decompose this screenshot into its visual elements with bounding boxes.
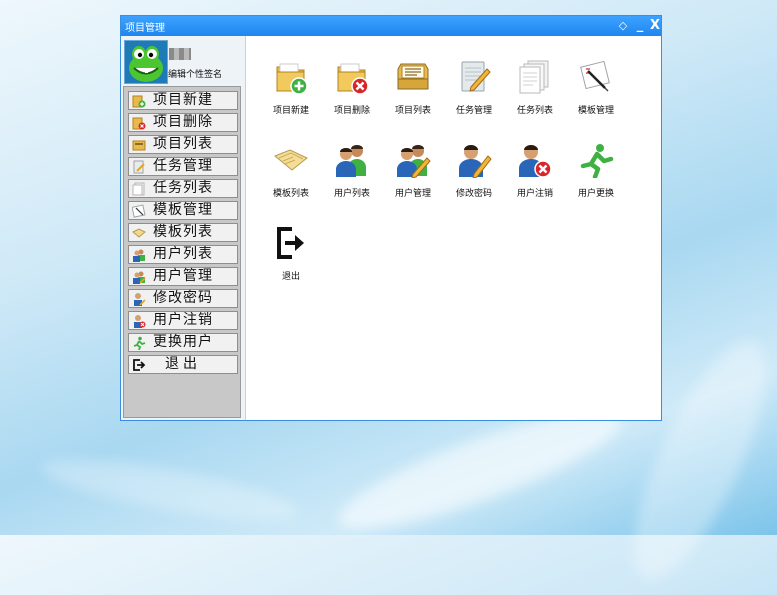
sidebar-item-label: 项目删除: [153, 114, 213, 130]
template-list-icon: [132, 228, 146, 238]
sidebar-item-label: 任务管理: [153, 158, 213, 174]
folder-add-icon: [132, 95, 146, 108]
tile-project-delete[interactable]: 项目删除: [322, 59, 382, 137]
sidebar-item-label: 用户注销: [153, 312, 213, 328]
tile-switch-user[interactable]: 用户更换: [566, 142, 626, 220]
template-list-icon: [274, 149, 308, 171]
tile-task-list[interactable]: 任务列表: [505, 59, 565, 137]
sidebar-item-label: 模板管理: [153, 202, 213, 218]
sidebar-item-project-list[interactable]: 项目列表: [128, 135, 238, 154]
sidebar-item-exit[interactable]: 退出: [128, 355, 238, 374]
notepad-edit-icon: [133, 160, 145, 174]
sidebar-item-label: 项目新建: [153, 92, 213, 108]
sidebar-item-label: 模板列表: [153, 224, 213, 240]
sidebar-item-user-logout[interactable]: 用户注销: [128, 311, 238, 330]
users-icon: [133, 249, 145, 262]
app-window: 项目管理 ◇ _ X 编辑个性签名 项目新建 项目删除 项目列表 任务管理 任务…: [120, 15, 662, 421]
tile-user-list[interactable]: 用户列表: [322, 142, 382, 220]
sidebar-item-label: 项目列表: [153, 136, 213, 152]
users-edit-icon: [133, 271, 146, 284]
tile-label: 退出: [281, 272, 300, 282]
user-delete-icon: [134, 315, 146, 328]
tile-exit[interactable]: 退出: [261, 225, 321, 303]
sidebar-item-task-manage[interactable]: 任务管理: [128, 157, 238, 176]
sidebar-item-template-manage[interactable]: 模板管理: [128, 201, 238, 220]
username-redacted: [169, 48, 191, 60]
sidebar-item-user-list[interactable]: 用户列表: [128, 245, 238, 264]
signature-edit-link[interactable]: 编辑个性签名: [168, 67, 222, 80]
tile-project-new[interactable]: 项目新建: [261, 59, 321, 137]
folder-open-icon: [397, 63, 429, 90]
avatar[interactable]: [124, 40, 168, 84]
tile-label: 用户更换: [577, 189, 614, 199]
running-man-icon: [580, 144, 614, 178]
tile-template-manage[interactable]: 模板管理: [566, 59, 626, 137]
users-icon: [336, 145, 366, 177]
documents-icon: [519, 60, 549, 94]
template-edit-icon: [132, 204, 146, 218]
tile-change-password[interactable]: 修改密码: [444, 142, 504, 220]
title-bar[interactable]: 项目管理 ◇ _ X: [121, 16, 661, 36]
running-man-icon: [133, 336, 146, 350]
folder-delete-icon: [337, 63, 369, 95]
tile-project-list[interactable]: 项目列表: [383, 59, 443, 137]
sidebar: 编辑个性签名 项目新建 项目删除 项目列表 任务管理 任务列表 模板管理 模板列…: [121, 36, 246, 420]
tile-template-list[interactable]: 模板列表: [261, 142, 321, 220]
minimize-button[interactable]: _: [632, 17, 648, 34]
wallpaper-light-streak: [38, 447, 302, 533]
tile-user-logout[interactable]: 用户注销: [505, 142, 565, 220]
restore-button[interactable]: ◇: [615, 17, 631, 34]
sidebar-item-task-list[interactable]: 任务列表: [128, 179, 238, 198]
close-button[interactable]: X: [647, 17, 663, 34]
window-title: 项目管理: [125, 23, 165, 34]
sidebar-item-label: 用户列表: [153, 246, 213, 262]
sidebar-item-label: 用户管理: [153, 268, 213, 284]
main-panel: 项目新建 项目删除 项目列表 任务管理 任务列表 模板管理 模板列表 用户列表 …: [246, 36, 661, 420]
folder-open-icon: [132, 140, 146, 151]
tile-task-manage[interactable]: 任务管理: [444, 59, 504, 137]
tile-user-manage[interactable]: 用户管理: [383, 142, 443, 220]
template-edit-icon: [580, 60, 610, 92]
notepad-edit-icon: [461, 61, 491, 92]
exit-icon: [277, 227, 304, 259]
sidebar-item-label: 修改密码: [153, 290, 213, 306]
sidebar-item-change-password[interactable]: 修改密码: [128, 289, 238, 308]
sidebar-item-switch-user[interactable]: 更换用户: [128, 333, 238, 352]
sidebar-item-project-new[interactable]: 项目新建: [128, 91, 238, 110]
user-edit-icon: [459, 145, 492, 178]
user-profile: 编辑个性签名: [121, 36, 245, 84]
user-delete-icon: [519, 145, 552, 178]
tile-label: 模板管理: [577, 106, 614, 116]
sidebar-item-user-manage[interactable]: 用户管理: [128, 267, 238, 286]
folder-delete-icon: [132, 117, 146, 130]
sidebar-item-label: 更换用户: [153, 334, 213, 350]
sidebar-item-label: 退出: [165, 356, 201, 372]
sidebar-item-template-list[interactable]: 模板列表: [128, 223, 238, 242]
folder-add-icon: [276, 63, 308, 95]
sidebar-item-project-delete[interactable]: 项目删除: [128, 113, 238, 132]
users-edit-icon: [397, 145, 431, 178]
sidebar-menu: 项目新建 项目删除 项目列表 任务管理 任务列表 模板管理 模板列表 用户列表 …: [123, 86, 241, 418]
documents-icon: [132, 182, 145, 196]
user-edit-icon: [134, 293, 146, 306]
sidebar-item-label: 任务列表: [153, 180, 213, 196]
